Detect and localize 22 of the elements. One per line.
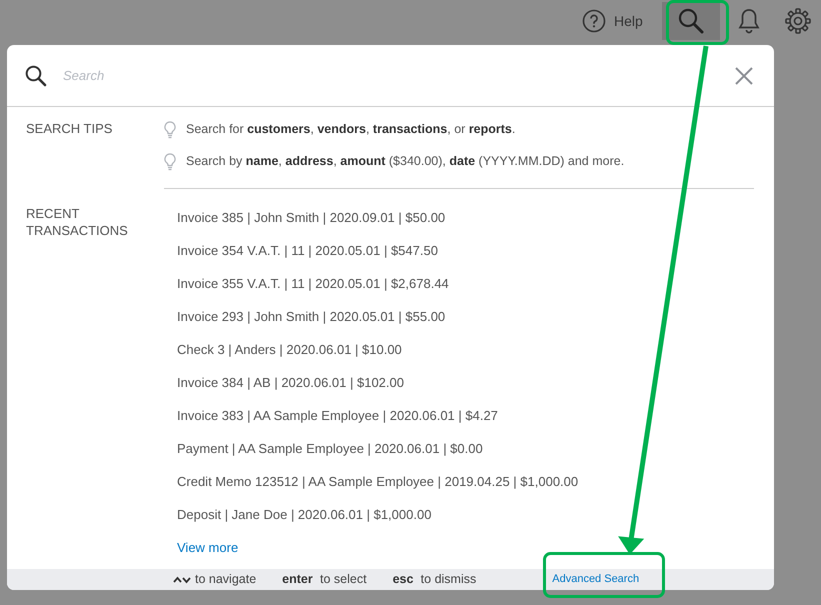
recent-transaction-link[interactable]: Payment | AA Sample Employee | 2020.06.01 | $0.00 xyxy=(177,439,483,459)
key-label: enter xyxy=(282,571,313,588)
key-label: esc xyxy=(392,571,414,588)
recent-transaction-link[interactable]: Invoice 383 | AA Sample Employee | 2020.06.01 | $4.27 xyxy=(177,406,498,426)
hint-text: to navigate xyxy=(195,571,256,588)
recent-transaction-link[interactable]: Invoice 293 | John Smith | 2020.05.01 | $55.00 xyxy=(177,307,446,327)
section-label: RECENT TRANSACTIONS xyxy=(26,204,129,240)
recent-transaction-link[interactable]: Invoice 355 V.A.T. | 11 | 2020.05.01 | $2,678.44 xyxy=(177,274,449,294)
search-tip: Search for customers, vendors, transactions, or reports. xyxy=(186,121,516,138)
recent-transaction-link[interactable]: Invoice 384 | AB | 2020.06.01 | $102.00 xyxy=(177,373,404,393)
hint-text: to dismiss xyxy=(420,571,476,588)
recent-transaction-link[interactable]: Credit Memo 123512 | AA Sample Employee | 2019.04.25 | $1,000.00 xyxy=(177,472,578,492)
help-button[interactable]: Help xyxy=(576,9,649,33)
recent-transaction-link[interactable]: Invoice 354 V.A.T. | 11 | 2020.05.01 | $547.50 xyxy=(177,241,438,261)
advanced-search-link[interactable]: Advanced Search xyxy=(552,571,640,588)
recent-transaction-link[interactable]: Check 3 | Anders | 2020.06.01 | $10.00 xyxy=(177,340,402,360)
view-more-link[interactable]: View more xyxy=(177,538,238,558)
hint-text: to select xyxy=(320,571,367,588)
search-tip: Search by name, address, amount ($340.00), date (YYYY.MM.DD) and more. xyxy=(186,153,624,170)
section-label: SEARCH TIPS xyxy=(26,120,114,138)
recent-transaction-link[interactable]: Deposit | Jane Doe | 2020.06.01 | $1,000.00 xyxy=(177,505,432,525)
recent-transaction-link[interactable]: Invoice 385 | John Smith | 2020.09.01 | $50.00 xyxy=(177,208,446,228)
